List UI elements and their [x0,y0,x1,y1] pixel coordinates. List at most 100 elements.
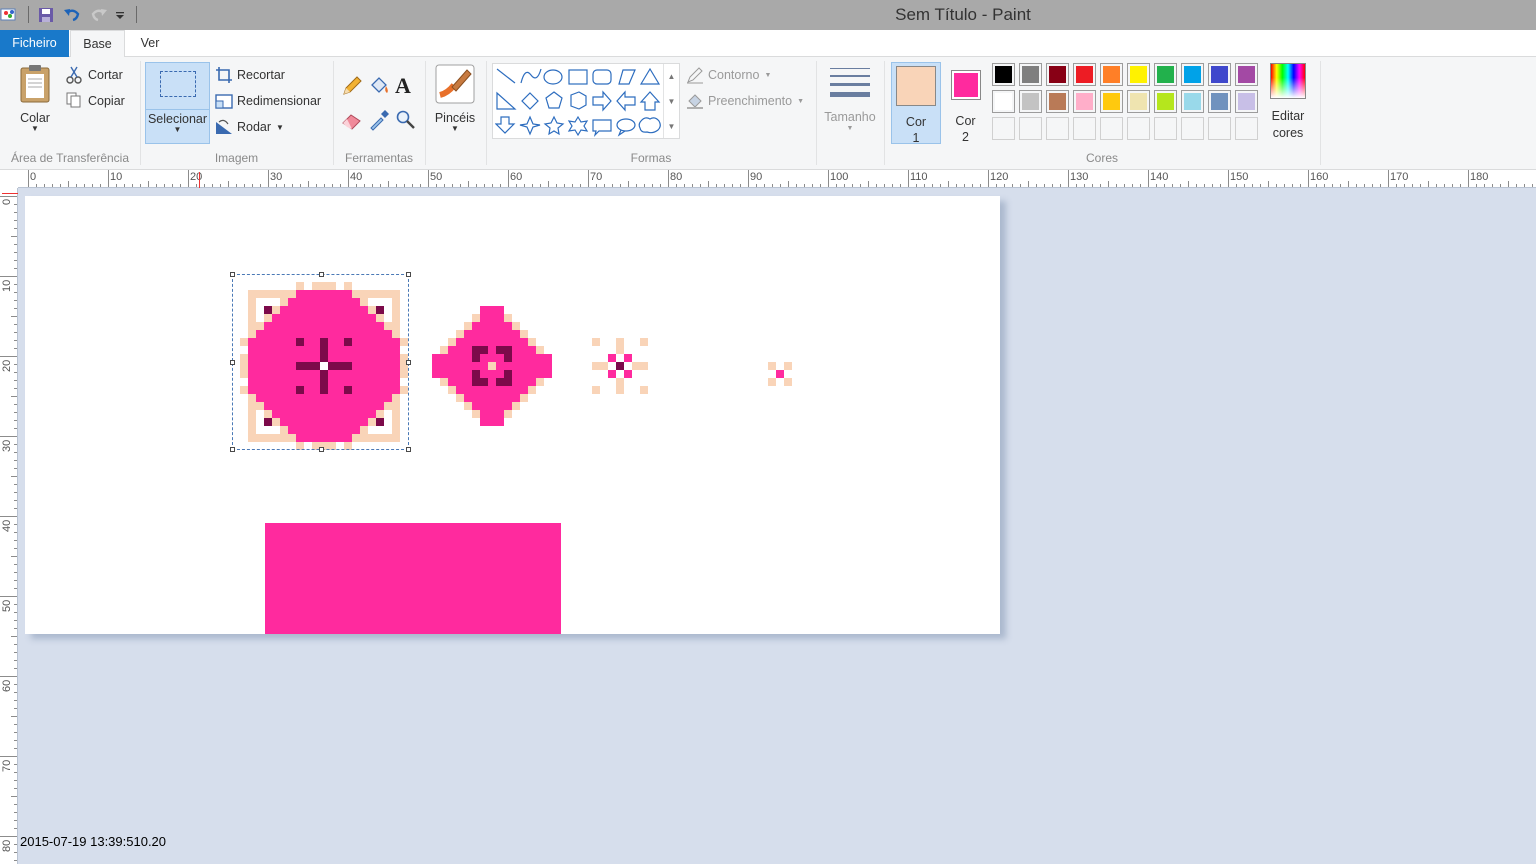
rotate-button[interactable]: Rodar ▼ [215,118,284,136]
ruler-label: 50 [430,171,443,183]
pixel [544,370,552,378]
color-picker-tool[interactable] [368,109,390,134]
selection-handle-e[interactable] [406,360,411,365]
palette-swatch[interactable] [1019,90,1042,113]
selection-handle-n[interactable] [319,272,324,277]
palette-swatch[interactable] [1127,117,1150,140]
color1-button[interactable]: Cor 1 [891,62,941,145]
tab-view[interactable]: Ver [128,30,172,57]
palette-swatch[interactable] [992,63,1015,86]
palette-swatch[interactable] [1235,117,1258,140]
fill-button[interactable]: Preenchimento ▼ [686,92,804,110]
palette-swatch[interactable] [1154,117,1177,140]
pixel [528,338,536,346]
palette-swatch[interactable] [1100,63,1123,86]
select-button[interactable]: Selecionar ▼ [145,62,210,144]
pixel [464,386,472,394]
palette-swatch[interactable] [1181,63,1204,86]
tab-home[interactable]: Base [70,30,125,58]
edit-colors-line1: Editar [1271,109,1305,123]
pixel [496,386,504,394]
ruler-label: 70 [590,171,603,183]
ruler-label: 80 [670,171,683,183]
pixel [496,330,504,338]
palette-swatch[interactable] [1208,117,1231,140]
palette-swatch[interactable] [1046,63,1069,86]
pixel [480,418,488,426]
palette-swatch[interactable] [1046,117,1069,140]
color2-button[interactable]: Cor 2 [943,62,988,144]
palette-swatch[interactable] [992,90,1015,113]
pixel [640,338,648,346]
pixel [464,338,472,346]
pixel [616,362,624,370]
pixel [512,338,520,346]
pixel [512,386,520,394]
ruler-label: 20 [190,171,203,183]
text-tool-icon[interactable]: A [395,73,411,99]
pencil-tool[interactable] [341,75,363,100]
rotate-dropdown-arrow[interactable]: ▼ [276,123,284,132]
pixel [544,362,552,370]
shapes-scroll[interactable]: ▲ ▼ ▼ [663,64,679,138]
palette-swatch[interactable] [1208,90,1231,113]
eraser-tool[interactable] [341,109,363,134]
resize-button[interactable]: Redimensionar [215,92,321,110]
paste-dropdown-arrow[interactable]: ▼ [10,125,60,133]
palette-swatch[interactable] [1127,90,1150,113]
pixel [496,402,504,410]
selection-handle-sw[interactable] [230,447,235,452]
palette-swatch[interactable] [1181,90,1204,113]
palette-swatch[interactable] [1235,63,1258,86]
palette-swatch[interactable] [1127,63,1150,86]
size-dropdown-arrow[interactable]: ▼ [820,124,880,134]
brushes-button[interactable]: Pincéis ▼ [429,63,481,133]
crop-button[interactable]: Recortar [215,66,285,84]
pixel [464,322,472,330]
fill-dropdown-arrow[interactable]: ▼ [797,98,804,105]
palette-swatch[interactable] [1208,63,1231,86]
selection-handle-w[interactable] [230,360,235,365]
crop-label: Recortar [237,68,285,82]
brushes-dropdown-arrow[interactable]: ▼ [429,125,481,133]
palette-swatch[interactable] [1100,90,1123,113]
tab-file[interactable]: Ficheiro [0,30,69,57]
palette-swatch[interactable] [1181,117,1204,140]
color-spectrum-icon [1270,63,1306,99]
pixel [464,370,472,378]
palette-swatch[interactable] [1073,117,1096,140]
pixel [472,338,480,346]
copy-button[interactable]: Copiar [66,92,125,110]
selection-handle-nw[interactable] [230,272,235,277]
palette-swatch[interactable] [1154,63,1177,86]
palette-swatch[interactable] [992,117,1015,140]
palette-swatch[interactable] [1073,63,1096,86]
palette-swatch[interactable] [1073,90,1096,113]
ruler-label: 140 [1150,171,1169,183]
edit-colors-button[interactable]: Editar cores [1264,63,1312,142]
palette-swatch[interactable] [1100,117,1123,140]
palette-swatch[interactable] [1154,90,1177,113]
drawing-canvas[interactable] [25,196,1000,634]
size-button[interactable]: Tamanho ▼ [820,65,880,134]
palette-swatch[interactable] [1019,63,1042,86]
outline-button[interactable]: Contorno ▼ [686,66,771,84]
palette-swatch[interactable] [1235,90,1258,113]
selection-handle-ne[interactable] [406,272,411,277]
paste-button[interactable]: Colar ▼ [10,63,60,133]
pixel [504,370,512,378]
magnifier-tool[interactable] [395,109,417,134]
pixel [488,402,496,410]
selection-handle-s[interactable] [319,447,324,452]
fill-tool[interactable] [368,75,390,100]
shapes-gallery[interactable]: ▲ ▼ ▼ [492,63,680,139]
outline-dropdown-arrow[interactable]: ▼ [764,72,771,79]
selection-handle-se[interactable] [406,447,411,452]
cut-button[interactable]: Cortar [66,66,123,84]
select-dropdown-arrow[interactable]: ▼ [146,126,209,134]
select-label: Selecionar [147,112,208,126]
pixel [504,362,512,370]
selection-box[interactable] [230,272,411,452]
palette-swatch[interactable] [1046,90,1069,113]
palette-swatch[interactable] [1019,117,1042,140]
